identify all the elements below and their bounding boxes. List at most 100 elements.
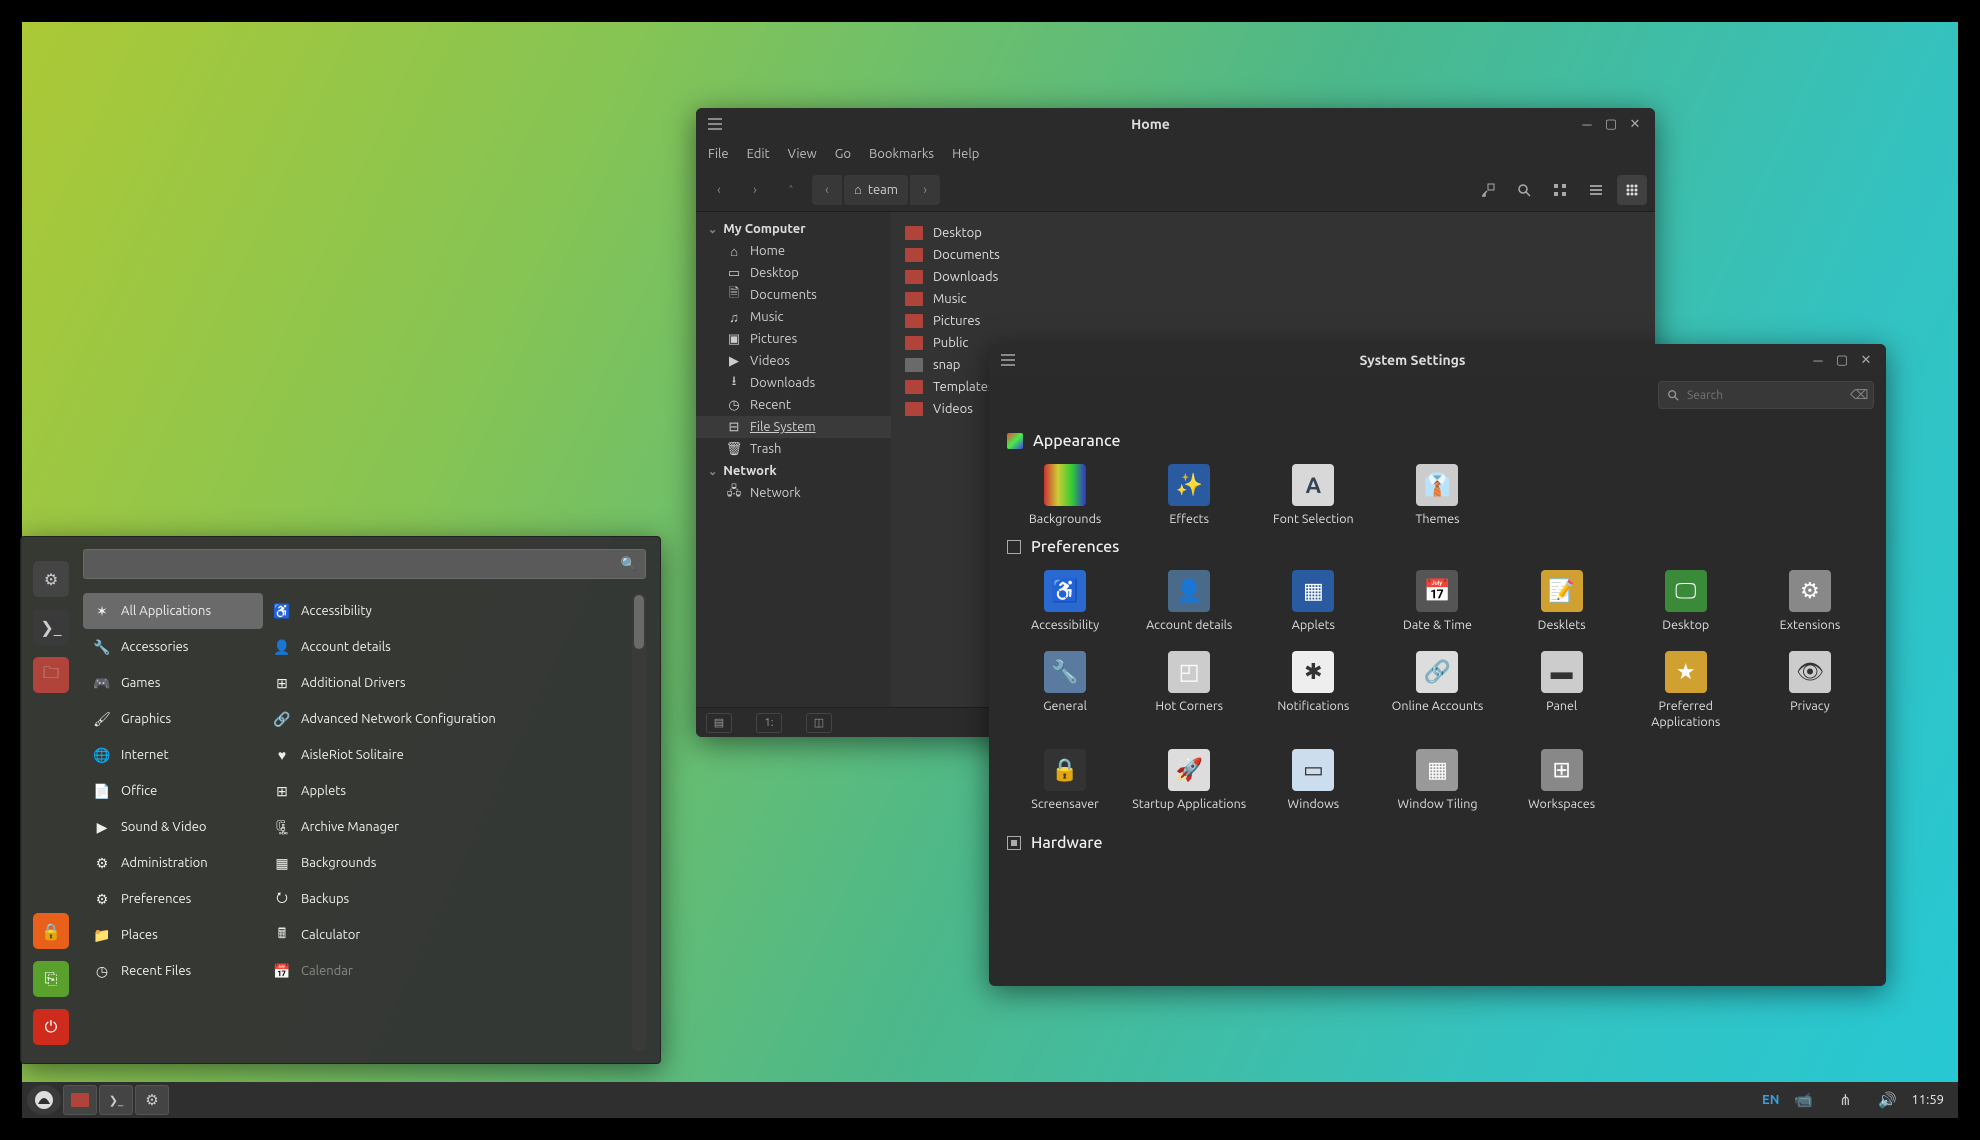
rail-power-button[interactable]: ⏻ (33, 1009, 69, 1045)
menu-category-sound-video[interactable]: ▶Sound & Video (83, 809, 263, 845)
minimize-button[interactable]: ─ (1806, 348, 1830, 372)
menu-app[interactable]: 🔗Advanced Network Configuration (263, 701, 628, 737)
tile-date-time[interactable]: 📅Date & Time (1379, 570, 1495, 634)
sb-show-icon[interactable]: ◫ (806, 713, 832, 733)
side-music[interactable]: ♫Music (696, 306, 891, 328)
nav-back-button[interactable]: ‹ (704, 175, 734, 205)
start-button[interactable] (27, 1085, 61, 1115)
minimize-button[interactable]: ─ (1575, 112, 1599, 136)
view-list-button[interactable] (1581, 175, 1611, 205)
menu-category-all-applications[interactable]: ✶All Applications (83, 593, 263, 629)
tile-startup-applications[interactable]: 🚀Startup Applications (1131, 749, 1247, 813)
tile-account-details[interactable]: 👤Account details (1131, 570, 1247, 634)
menu-scrollbar[interactable] (632, 593, 646, 1051)
menu-category-administration[interactable]: ⚙Administration (83, 845, 263, 881)
menu-category-graphics[interactable]: 🖌Graphics (83, 701, 263, 737)
tile-font[interactable]: AFont Selection (1255, 464, 1371, 528)
tile-preferred-applications[interactable]: ★Preferred Applications (1628, 651, 1744, 730)
menu-file[interactable]: File (708, 147, 729, 161)
toggle-location-button[interactable] (1473, 175, 1503, 205)
side-home[interactable]: ⌂Home (696, 240, 891, 262)
side-desktop[interactable]: ▭Desktop (696, 262, 891, 284)
breadcrumb-next[interactable]: › (910, 175, 940, 205)
maximize-button[interactable]: ▢ (1599, 112, 1623, 136)
tray-lang[interactable]: EN (1762, 1093, 1779, 1107)
side-network[interactable]: 🖧Network (696, 482, 891, 504)
side-recent[interactable]: ◷Recent (696, 394, 891, 416)
menu-app[interactable]: ⊞Additional Drivers (263, 665, 628, 701)
menu-app[interactable]: ▦Backgrounds (263, 845, 628, 881)
sb-zoom-icon[interactable]: 1: (756, 713, 782, 733)
side-downloads[interactable]: ⭳Downloads (696, 372, 891, 394)
rail-logout-button[interactable]: ⎘ (33, 961, 69, 997)
folder-item[interactable]: Documents (905, 244, 1641, 266)
menu-app[interactable]: ♥AisleRiot Solitaire (263, 737, 628, 773)
search-button[interactable] (1509, 175, 1539, 205)
tray-volume-icon[interactable]: 🔊 (1870, 1085, 1904, 1115)
menu-category-recent-files[interactable]: ◷Recent Files (83, 953, 263, 989)
folder-item[interactable]: Downloads (905, 266, 1641, 288)
tile-hot-corners[interactable]: ◰Hot Corners (1131, 651, 1247, 730)
menu-category-accessories[interactable]: 🔧Accessories (83, 629, 263, 665)
tile-window-tiling[interactable]: ▦Window Tiling (1379, 749, 1495, 813)
sidebar-section-network[interactable]: Network (696, 460, 891, 482)
taskbar-files-button[interactable] (63, 1085, 97, 1115)
tile-privacy[interactable]: 👁Privacy (1752, 651, 1868, 730)
taskbar-settings-button[interactable]: ⚙ (135, 1085, 169, 1115)
fm-menu-icon[interactable] (704, 113, 726, 135)
sidebar-section-computer[interactable]: My Computer (696, 218, 891, 240)
menu-edit[interactable]: Edit (747, 147, 770, 161)
rail-terminal-button[interactable]: ❯_ (33, 609, 69, 645)
menu-view[interactable]: View (788, 147, 817, 161)
side-trash[interactable]: 🗑Trash (696, 438, 891, 460)
tile-desklets[interactable]: 📝Desklets (1504, 570, 1620, 634)
tile-applets[interactable]: ▦Applets (1255, 570, 1371, 634)
close-button[interactable]: ✕ (1854, 348, 1878, 372)
maximize-button[interactable]: ▢ (1830, 348, 1854, 372)
side-pictures[interactable]: ▣Pictures (696, 328, 891, 350)
menu-category-office[interactable]: 📄Office (83, 773, 263, 809)
menu-category-internet[interactable]: 🌐Internet (83, 737, 263, 773)
menu-app[interactable]: ♿Accessibility (263, 593, 628, 629)
side-documents[interactable]: 🗎Documents (696, 284, 891, 306)
taskbar-terminal-button[interactable]: ❯_ (99, 1085, 133, 1115)
tile-desktop[interactable]: 🖵Desktop (1628, 570, 1744, 634)
menu-help[interactable]: Help (952, 147, 979, 161)
menu-category-places[interactable]: 📁Places (83, 917, 263, 953)
breadcrumb-home[interactable]: ⌂ team (844, 175, 908, 205)
menu-search-input[interactable] (92, 557, 621, 571)
sb-tree-icon[interactable]: ▤ (706, 713, 732, 733)
menu-app[interactable]: 🖩Calculator (263, 917, 628, 953)
side-videos[interactable]: ▶Videos (696, 350, 891, 372)
tile-backgrounds[interactable]: Backgrounds (1007, 464, 1123, 528)
folder-item[interactable]: Pictures (905, 310, 1641, 332)
scrollbar-thumb[interactable] (634, 595, 644, 649)
tile-effects[interactable]: ✨Effects (1131, 464, 1247, 528)
rail-files-button[interactable]: 🗀 (33, 657, 69, 693)
nav-up-button[interactable]: ˄ (776, 175, 806, 205)
rail-lock-button[interactable]: 🔒 (33, 913, 69, 949)
tile-screensaver[interactable]: 🔒Screensaver (1007, 749, 1123, 813)
settings-search[interactable]: ⌫ (1658, 381, 1874, 409)
clear-icon[interactable]: ⌫ (1850, 388, 1868, 403)
tray-camera-icon[interactable]: 📹 (1786, 1085, 1820, 1115)
menu-app[interactable]: 🗜Archive Manager (263, 809, 628, 845)
menu-bookmarks[interactable]: Bookmarks (869, 147, 934, 161)
tile-panel[interactable]: ▬Panel (1504, 651, 1620, 730)
settings-menu-icon[interactable] (997, 349, 1019, 371)
settings-search-input[interactable] (1687, 389, 1842, 402)
side-filesystem[interactable]: ⊟File System (696, 416, 891, 438)
tray-clock[interactable]: 11:59 (1911, 1093, 1944, 1107)
tile-general[interactable]: 🔧General (1007, 651, 1123, 730)
menu-category-games[interactable]: 🎮Games (83, 665, 263, 701)
menu-app[interactable]: ⭮Backups (263, 881, 628, 917)
menu-app[interactable]: 👤Account details (263, 629, 628, 665)
tile-themes[interactable]: 👔Themes (1379, 464, 1495, 528)
tile-notifications[interactable]: ✱Notifications (1255, 651, 1371, 730)
menu-app[interactable]: ⊞Applets (263, 773, 628, 809)
close-button[interactable]: ✕ (1623, 112, 1647, 136)
breadcrumb-prev[interactable]: ‹ (812, 175, 842, 205)
tile-online-accounts[interactable]: 🔗Online Accounts (1379, 651, 1495, 730)
tile-windows[interactable]: ▭Windows (1255, 749, 1371, 813)
fm-titlebar[interactable]: Home ─ ▢ ✕ (696, 108, 1655, 140)
